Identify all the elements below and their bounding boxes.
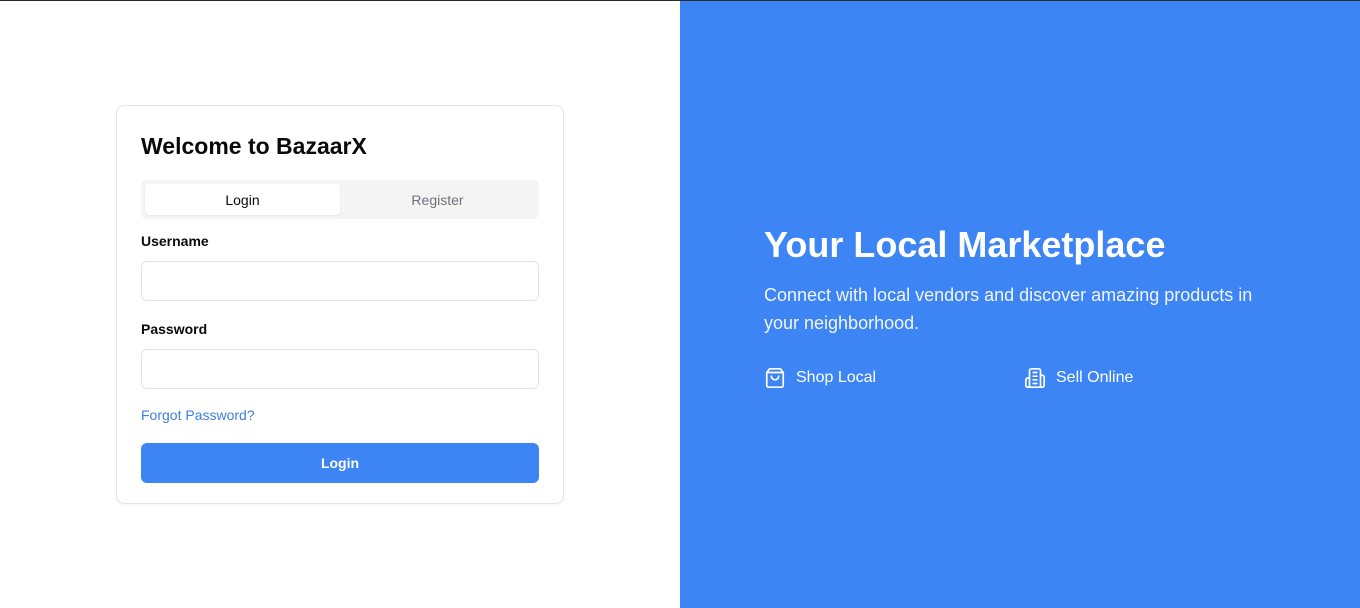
username-label: Username — [141, 233, 209, 249]
tab-register[interactable]: Register — [340, 184, 535, 215]
login-button[interactable]: Login — [141, 443, 539, 483]
storefront-receipt-icon — [1025, 368, 1045, 388]
auth-tabs: Login Register — [141, 180, 539, 219]
feature-label: Sell Online — [1056, 369, 1134, 386]
feature-sell-online: Sell Online — [1024, 367, 1284, 389]
password-label: Password — [141, 321, 208, 337]
auth-panel: Welcome to BazaarX Login Register Userna… — [0, 1, 680, 608]
tab-login[interactable]: Login — [145, 184, 340, 215]
login-card: Welcome to BazaarX Login Register Userna… — [116, 105, 564, 504]
forgot-password-link[interactable]: Forgot Password? — [141, 407, 255, 423]
feature-label: Shop Local — [796, 369, 877, 386]
feature-shop-local: Shop Local — [764, 367, 1024, 389]
password-input[interactable] — [141, 349, 539, 389]
auth-page: Welcome to BazaarX Login Register Userna… — [0, 0, 1360, 608]
hero-panel: Your Local Marketplace Connect with loca… — [680, 1, 1360, 608]
hero-title: Your Local Marketplace — [764, 224, 1166, 265]
hero-content: Your Local Marketplace Connect with loca… — [764, 223, 1284, 389]
feature-list: Shop Local Sell Online — [764, 367, 1284, 389]
hero-subtitle: Connect with local vendors and discover … — [764, 285, 1253, 333]
shopping-bag-icon — [765, 368, 785, 388]
username-input[interactable] — [141, 261, 539, 301]
card-title: Welcome to BazaarX — [141, 133, 367, 159]
